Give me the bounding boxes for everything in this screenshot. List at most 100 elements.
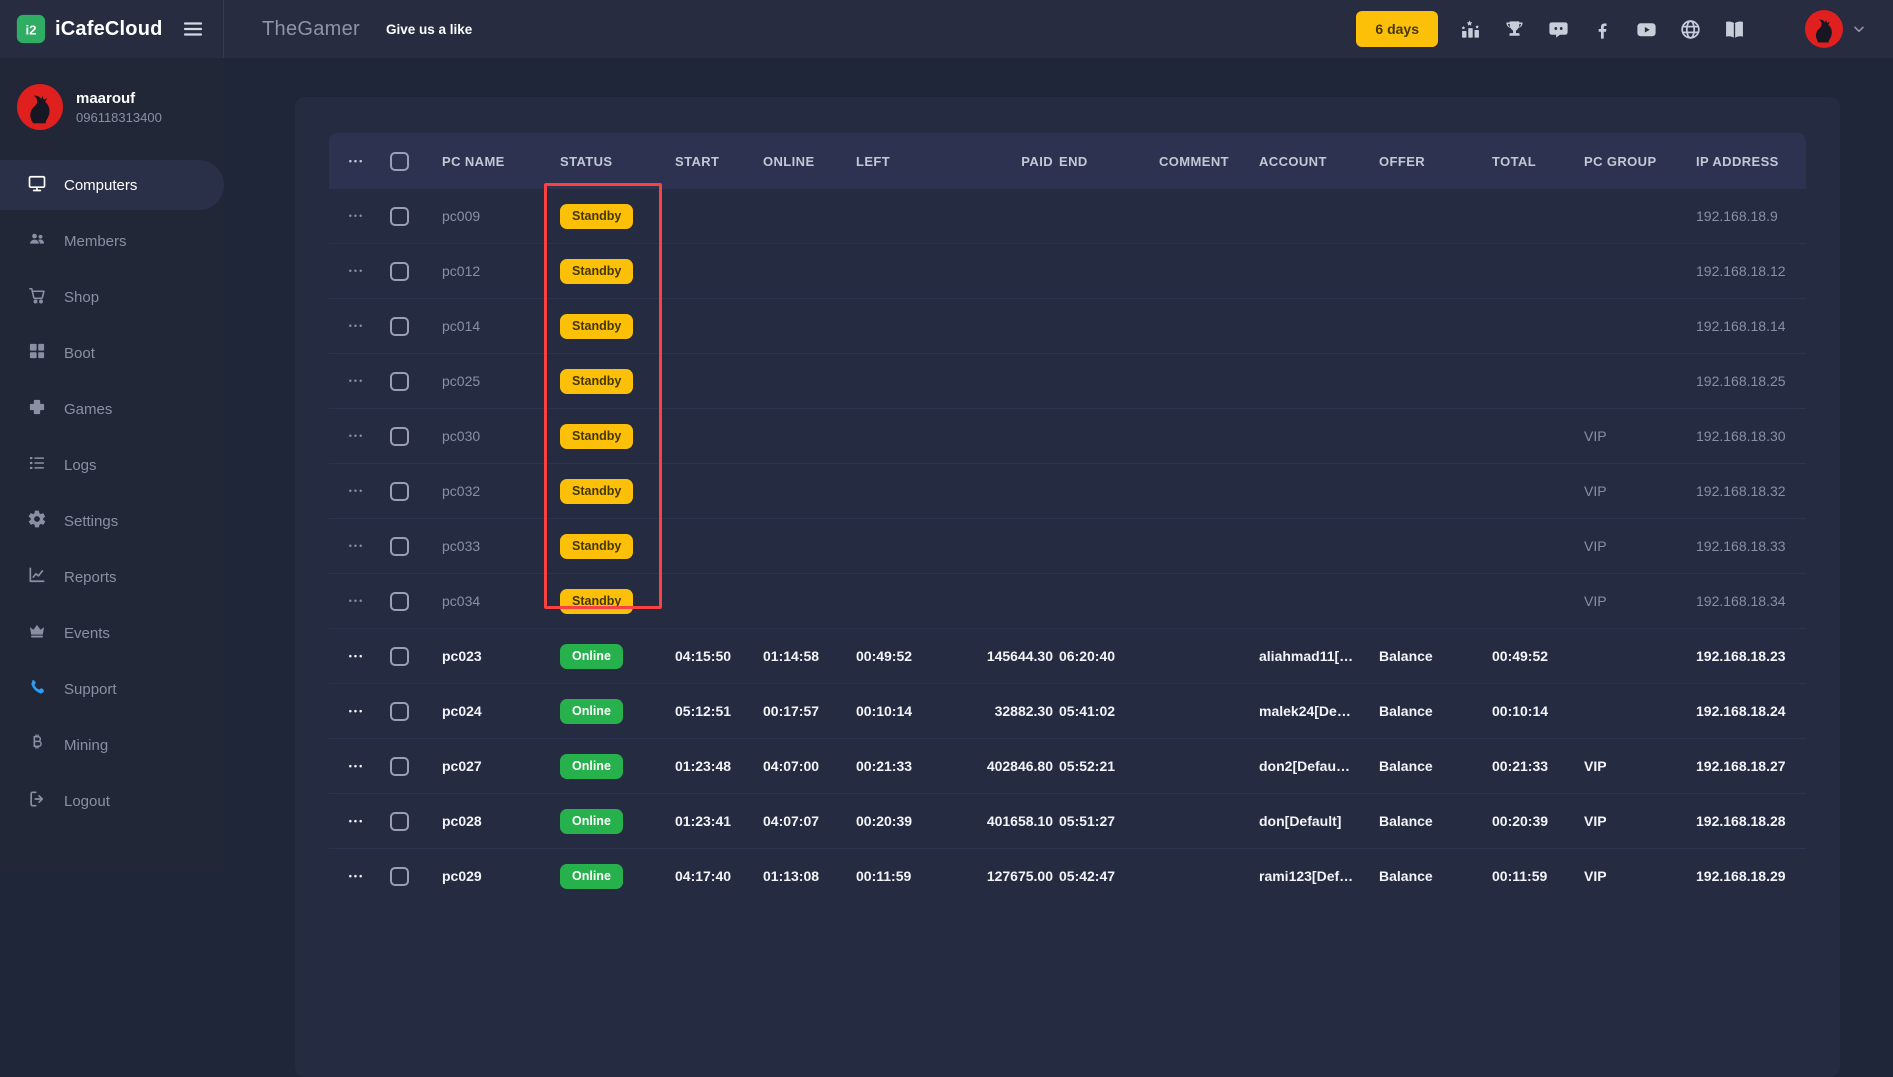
cell-ip: 192.168.18.9: [1696, 208, 1806, 224]
row-menu-dots[interactable]: •••: [329, 376, 384, 386]
status-badge: Standby: [560, 424, 633, 449]
row-checkbox[interactable]: [390, 482, 409, 501]
status-badge: Standby: [560, 589, 633, 614]
row-checkbox[interactable]: [390, 757, 409, 776]
cell-status: Standby: [560, 534, 675, 559]
row-menu-dots[interactable]: •••: [329, 431, 384, 441]
profile-menu[interactable]: [1805, 10, 1867, 48]
cell-paid: 32882.30: [974, 703, 1059, 719]
row-menu-dots[interactable]: •••: [329, 211, 384, 221]
row-checkbox[interactable]: [390, 702, 409, 721]
sidebar-item-boot[interactable]: Boot: [0, 328, 224, 378]
topbar-actions: 6 days: [1356, 10, 1893, 48]
row-menu-dots[interactable]: •••: [329, 486, 384, 496]
row-menu-dots[interactable]: •••: [329, 816, 384, 826]
table-menu-dots[interactable]: •••: [329, 156, 384, 166]
table-row: •••pc032StandbyVIP192.168.18.32: [329, 463, 1806, 518]
row-checkbox-cell: [384, 757, 442, 776]
cell-name: pc034: [442, 593, 560, 609]
cell-ip: 192.168.18.29: [1696, 868, 1806, 884]
col-header-offer: OFFER: [1379, 154, 1492, 169]
sidebar-item-events[interactable]: Events: [0, 608, 224, 658]
cell-online: 00:17:57: [763, 703, 856, 719]
row-menu-dots[interactable]: •••: [329, 596, 384, 606]
sidebar-item-games[interactable]: Games: [0, 384, 224, 434]
sidebar-item-reports[interactable]: Reports: [0, 552, 224, 602]
sidebar-item-members[interactable]: Members: [0, 216, 224, 266]
sidebar-item-mining[interactable]: Mining: [0, 720, 224, 770]
col-header-comment: COMMENT: [1159, 154, 1259, 169]
trophy-icon[interactable]: [1503, 18, 1526, 41]
cell-name: pc032: [442, 483, 560, 499]
cell-online: 01:14:58: [763, 648, 856, 664]
cell-left: 00:49:52: [856, 648, 974, 664]
row-checkbox[interactable]: [390, 537, 409, 556]
cafe-info: TheGamer Give us a like: [224, 18, 472, 41]
cell-ip: 192.168.18.33: [1696, 538, 1806, 554]
user-name: maarouf: [76, 90, 162, 107]
cell-left: 00:11:59: [856, 868, 974, 884]
select-all-checkbox[interactable]: [390, 152, 409, 171]
cell-account: don[Default]: [1259, 813, 1379, 829]
cell-left: 00:20:39: [856, 813, 974, 829]
sidebar-item-computers[interactable]: Computers: [0, 160, 224, 210]
row-menu-dots[interactable]: •••: [329, 651, 384, 661]
sidebar-item-label: Events: [64, 625, 110, 642]
cell-paid: 127675.00: [974, 868, 1059, 884]
col-header-left: LEFT: [856, 154, 974, 169]
days-remaining-button[interactable]: 6 days: [1356, 11, 1438, 47]
row-checkbox-cell: [384, 262, 442, 281]
row-checkbox[interactable]: [390, 647, 409, 666]
row-menu-dots[interactable]: •••: [329, 541, 384, 551]
row-checkbox[interactable]: [390, 427, 409, 446]
sidebar-item-label: Games: [64, 401, 112, 418]
cell-left: 00:21:33: [856, 758, 974, 774]
row-checkbox-cell: [384, 812, 442, 831]
cell-name: pc024: [442, 703, 560, 719]
book-icon[interactable]: [1723, 18, 1746, 41]
row-menu-dots[interactable]: •••: [329, 761, 384, 771]
sidebar-item-label: Reports: [64, 569, 117, 586]
sidebar-item-logout[interactable]: Logout: [0, 776, 224, 826]
row-checkbox[interactable]: [390, 317, 409, 336]
leaderboard-icon[interactable]: [1459, 18, 1482, 41]
row-menu-dots[interactable]: •••: [329, 321, 384, 331]
cell-name: pc028: [442, 813, 560, 829]
cell-ip: 192.168.18.12: [1696, 263, 1806, 279]
facebook-icon[interactable]: [1591, 18, 1614, 41]
row-checkbox[interactable]: [390, 812, 409, 831]
hamburger-icon[interactable]: [181, 17, 205, 41]
cell-status: Online: [560, 754, 675, 779]
row-checkbox-cell: [384, 537, 442, 556]
row-menu-dots[interactable]: •••: [329, 706, 384, 716]
row-checkbox[interactable]: [390, 372, 409, 391]
cell-ip: 192.168.18.27: [1696, 758, 1806, 774]
sidebar-item-label: Settings: [64, 513, 118, 530]
sidebar-item-support[interactable]: Support: [0, 664, 224, 714]
cafe-name: TheGamer: [262, 18, 360, 41]
row-checkbox[interactable]: [390, 262, 409, 281]
cell-end: 05:51:27: [1059, 813, 1159, 829]
phone-icon: [27, 677, 47, 701]
youtube-icon[interactable]: [1635, 18, 1658, 41]
give-us-a-like-link[interactable]: Give us a like: [386, 22, 472, 37]
cell-start: 04:15:50: [675, 648, 763, 664]
table-row: •••pc014Standby192.168.18.14: [329, 298, 1806, 353]
cell-offer: Balance: [1379, 648, 1492, 664]
cell-account: rami123[Def…: [1259, 868, 1379, 884]
row-menu-dots[interactable]: •••: [329, 871, 384, 881]
sidebar-item-label: Logout: [64, 793, 110, 810]
row-checkbox-cell: [384, 482, 442, 501]
row-checkbox[interactable]: [390, 592, 409, 611]
sidebar-item-shop[interactable]: Shop: [0, 272, 224, 322]
sidebar-item-logs[interactable]: Logs: [0, 440, 224, 490]
members-icon: [27, 229, 47, 253]
row-checkbox[interactable]: [390, 207, 409, 226]
brand: i2 iCafeCloud: [0, 0, 224, 58]
discord-icon[interactable]: [1547, 18, 1570, 41]
row-menu-dots[interactable]: •••: [329, 266, 384, 276]
row-checkbox[interactable]: [390, 867, 409, 886]
sidebar-item-settings[interactable]: Settings: [0, 496, 224, 546]
cell-account: malek24[De…: [1259, 703, 1379, 719]
globe-icon[interactable]: [1679, 18, 1702, 41]
